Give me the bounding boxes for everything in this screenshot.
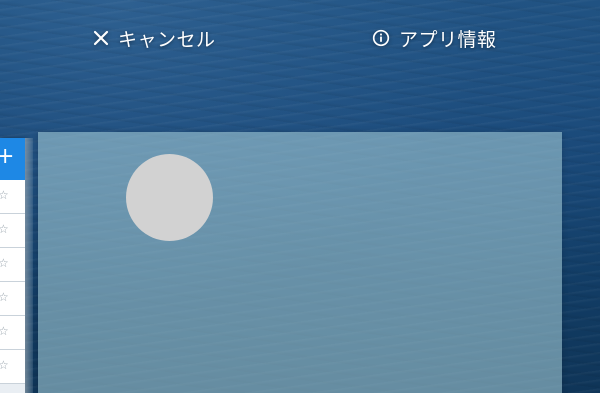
list-item[interactable]: ☆ [0,214,25,248]
star-outline-icon[interactable]: ☆ [0,223,9,235]
info-icon [372,29,390,47]
plus-icon[interactable]: + [0,146,14,168]
star-outline-icon[interactable]: ☆ [0,257,9,269]
star-outline-icon[interactable]: ☆ [0,359,9,371]
avatar [126,154,213,241]
cancel-label: キャンセル [118,28,216,51]
list-item[interactable]: ☆ [0,316,25,350]
recent-app-card-main[interactable] [38,132,562,393]
cancel-button[interactable]: キャンセル [93,24,216,52]
app-info-label: アプリ情報 [399,28,497,51]
star-outline-icon[interactable]: ☆ [0,189,9,201]
star-outline-icon[interactable]: ☆ [0,325,9,337]
side-card-header: + [0,138,25,180]
side-card-edge [25,138,33,393]
list-item[interactable]: ☆ [0,350,25,384]
side-card-list: ☆ ☆ ☆ ☆ ☆ ☆ [0,180,25,384]
app-info-button[interactable]: アプリ情報 [372,24,497,52]
list-item[interactable]: ☆ [0,180,25,214]
recents-screen: キャンセル アプリ情報 + ☆ ☆ ☆ ☆ ☆ ☆ [0,0,600,393]
star-outline-icon[interactable]: ☆ [0,291,9,303]
list-item[interactable]: ☆ [0,282,25,316]
close-icon [93,30,109,46]
list-item[interactable]: ☆ [0,248,25,282]
recent-app-card-left[interactable]: + ☆ ☆ ☆ ☆ ☆ ☆ [0,138,25,393]
